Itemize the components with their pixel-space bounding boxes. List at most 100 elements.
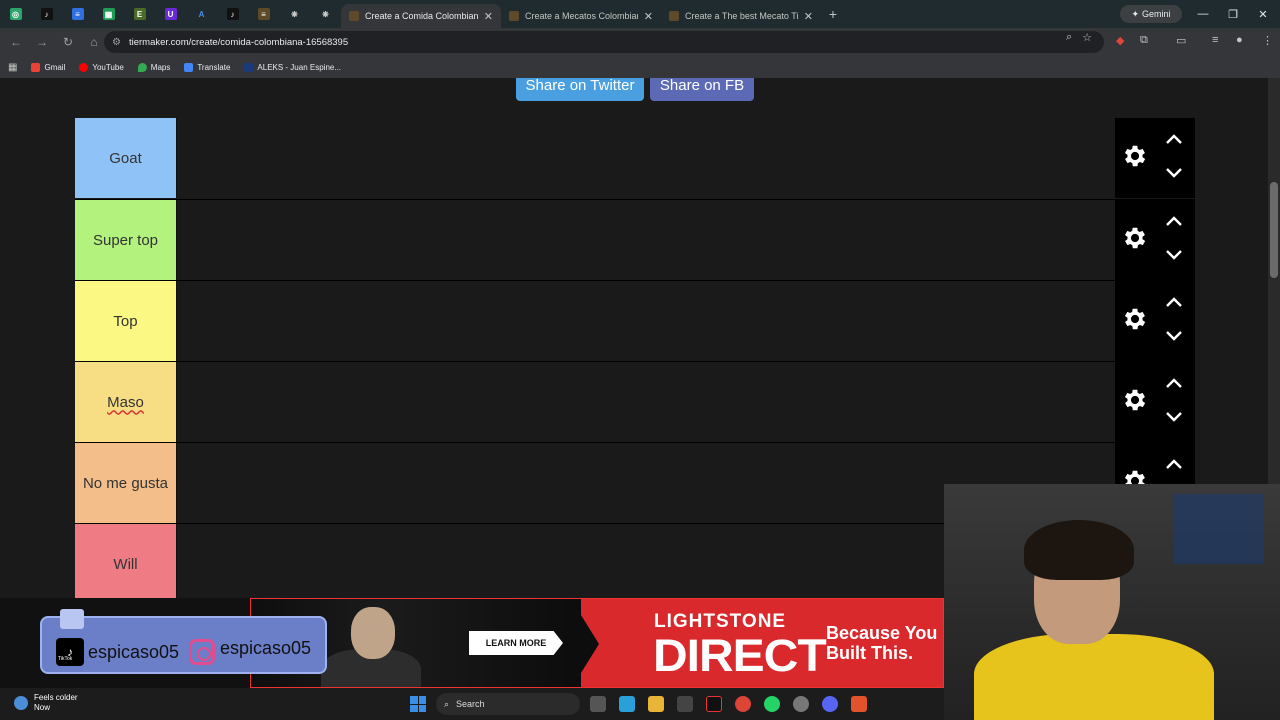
share-fb-button[interactable]: Share on FB [650, 78, 754, 101]
search-placeholder: Search [456, 699, 485, 709]
tier-label[interactable]: Maso [75, 362, 176, 442]
weather-widget[interactable]: Feels colder Now [14, 693, 78, 713]
gear-icon[interactable] [1121, 386, 1149, 414]
new-tab-button[interactable]: + [821, 6, 845, 22]
bookmark-star-icon[interactable]: ☆ [1082, 31, 1092, 44]
windows-start-icon[interactable] [410, 696, 426, 712]
instagram-logo-icon [189, 639, 215, 665]
site-info-icon[interactable]: ⚙ [112, 37, 121, 48]
close-window-icon[interactable]: ✕ [1248, 0, 1278, 28]
tier-row: Maso [75, 361, 1195, 442]
chevron-down-icon[interactable] [1165, 329, 1183, 341]
tier-label[interactable]: Top [75, 281, 176, 361]
forward-icon[interactable]: → [30, 30, 54, 54]
chevron-down-icon[interactable] [1165, 166, 1183, 178]
pinned-tab-e[interactable]: E [124, 0, 155, 28]
tier-label[interactable]: Will [75, 524, 176, 598]
tier-drop-zone[interactable] [176, 200, 1115, 280]
pinned-tab-chatgpt-3[interactable]: ❋ [310, 0, 341, 28]
reload-icon[interactable]: ↻ [56, 30, 80, 54]
gear-icon[interactable] [1121, 142, 1149, 170]
close-tab-icon[interactable]: ✕ [644, 10, 653, 23]
gear-icon[interactable] [1121, 224, 1149, 252]
profile-avatar[interactable]: ● [1236, 34, 1243, 46]
restore-icon[interactable]: ❐ [1218, 0, 1248, 28]
apps-icon[interactable]: ▦ [8, 62, 17, 73]
file-explorer-icon[interactable] [648, 696, 664, 712]
bookmark-gmail[interactable]: Gmail [31, 62, 65, 72]
card-tab-shape [60, 609, 84, 629]
whatsapp-icon[interactable] [764, 696, 780, 712]
tab-title: Create a The best Mecato Tier l [685, 11, 798, 21]
tier-drop-zone[interactable] [176, 118, 1115, 198]
pinned-tab-sheets[interactable]: ▦ [93, 0, 124, 28]
chatgpt-icon: ◎ [9, 8, 22, 20]
steam-icon[interactable] [793, 696, 809, 712]
bookmark-translate[interactable]: Translate [184, 62, 230, 72]
tier-drop-zone[interactable] [176, 281, 1115, 361]
zoom-icon[interactable]: ⌕ [1066, 31, 1072, 44]
back-icon[interactable]: ← [4, 30, 28, 54]
pinned-tab-chatgpt[interactable]: ◎ [0, 0, 31, 28]
tier-label[interactable]: No me gusta [75, 443, 176, 523]
share-twitter-button[interactable]: Share on Twitter [516, 78, 644, 101]
close-tab-icon[interactable]: ✕ [804, 10, 813, 23]
chevron-up-icon[interactable] [1165, 214, 1183, 226]
pinned-tab-chatgpt-2[interactable]: ❋ [279, 0, 310, 28]
scrollbar-thumb[interactable] [1270, 182, 1278, 278]
store-icon[interactable] [677, 696, 693, 712]
pinned-tab-tiermaker[interactable]: ≡ [248, 0, 279, 28]
tier-row: Super top [75, 199, 1195, 280]
pinned-tab-u[interactable]: U [155, 0, 186, 28]
bookmark-aleks[interactable]: ALEKS - Juan Espine... [244, 62, 341, 72]
tier-controls [1115, 200, 1195, 280]
gemini-label: Gemini [1142, 9, 1171, 19]
chevron-up-icon[interactable] [1165, 376, 1183, 388]
tab-best-mecato[interactable]: Create a The best Mecato Tier l ✕ [661, 4, 821, 28]
pinned-tab-a[interactable]: A [186, 0, 217, 28]
tier-label[interactable]: Super top [75, 200, 176, 280]
tier-drop-zone[interactable] [176, 362, 1115, 442]
pinned-tab-tiktok[interactable]: ♪ [31, 0, 62, 28]
gemini-button[interactable]: ✦ Gemini [1120, 5, 1182, 23]
home-icon[interactable]: ⌂ [82, 30, 106, 54]
bookmark-maps[interactable]: Maps [137, 62, 170, 72]
tab-strip: ◎ ♪ ≡ ▦ E U A ♪ ≡ ❋ ❋ Create a Comida Co… [0, 0, 1280, 28]
tiktok-handle: espicaso05 [88, 642, 180, 662]
chevron-down-icon[interactable] [1165, 248, 1183, 260]
extension-icon[interactable]: ◆ [1116, 34, 1124, 47]
side-panel-icon[interactable]: ▭ [1176, 34, 1186, 47]
address-bar-actions: ⌕ ☆ [1066, 31, 1092, 44]
chevron-up-icon[interactable] [1165, 295, 1183, 307]
tab-search-icon[interactable]: ≡ [1212, 34, 1218, 46]
tier-label[interactable]: Goat [75, 118, 176, 198]
bookmark-youtube[interactable]: YouTube [79, 62, 124, 72]
tiktok-app-icon[interactable] [706, 696, 722, 712]
chevron-down-icon[interactable] [1165, 410, 1183, 422]
chrome-icon[interactable] [735, 696, 751, 712]
weather-text: Feels colder Now [34, 693, 78, 713]
close-tab-icon[interactable]: ✕ [484, 10, 493, 23]
task-view-icon[interactable] [590, 696, 606, 712]
tab-comida-colombiana[interactable]: Create a Comida Colombiana T ✕ [341, 4, 501, 28]
gear-icon[interactable] [1121, 305, 1149, 333]
taskbar-search[interactable]: ⌕ Search [436, 693, 580, 715]
tier-controls [1115, 118, 1195, 198]
tab-mecatos-colombianos[interactable]: Create a Mecatos Colombianos ✕ [501, 4, 661, 28]
extensions-puzzle-icon[interactable]: ⧉ [1140, 34, 1148, 47]
address-bar[interactable]: ⚙ tiermaker.com/create/comida-colombiana… [104, 31, 1104, 53]
pinned-tab-docs[interactable]: ≡ [62, 0, 93, 28]
lightstone-ad[interactable]: LEARN MORE LIGHTSTONE DIRECT Because You… [250, 598, 944, 688]
pinned-tab-tiktok-2[interactable]: ♪ [217, 0, 248, 28]
discord-icon[interactable] [822, 696, 838, 712]
tier-controls [1115, 362, 1195, 442]
u-icon: U [164, 8, 177, 20]
m365-icon[interactable] [619, 696, 635, 712]
menu-kebab-icon[interactable]: ⋮ [1262, 34, 1273, 47]
minimize-icon[interactable]: — [1188, 0, 1218, 28]
tiermaker-icon: ≡ [257, 8, 270, 20]
chevron-up-icon[interactable] [1165, 132, 1183, 144]
learn-more-button[interactable]: LEARN MORE [469, 631, 563, 655]
chevron-up-icon[interactable] [1165, 457, 1183, 469]
ea-icon[interactable] [851, 696, 867, 712]
